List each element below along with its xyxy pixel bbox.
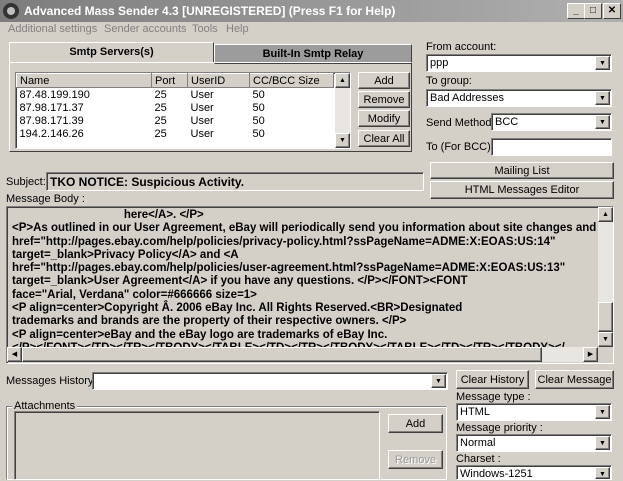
add-attachment-button[interactable]: Add — [388, 414, 443, 433]
table-cell: 25 — [154, 88, 167, 101]
table-cell: 87.98.171.39 — [19, 114, 84, 127]
menu-help[interactable]: Help — [226, 23, 249, 35]
minimize-button[interactable]: _ — [567, 3, 585, 19]
messages-history-label: Messages History: — [6, 375, 97, 387]
modify-server-button[interactable]: Modify — [358, 110, 410, 127]
messages-history-select[interactable]: ▼ — [92, 372, 448, 390]
clear-all-servers-button[interactable]: Clear All — [358, 130, 410, 147]
message-type-label: Message type : — [456, 391, 531, 403]
chevron-down-icon[interactable]: ▼ — [595, 56, 610, 70]
scroll-left-icon[interactable]: ◀ — [7, 347, 22, 362]
scroll-down-icon[interactable]: ▼ — [335, 133, 350, 148]
clear-message-button[interactable]: Clear Message — [535, 370, 614, 389]
charset-value: Windows-1251 — [460, 468, 533, 480]
mailing-list-button[interactable]: Mailing List — [430, 162, 614, 179]
chevron-down-icon[interactable]: ▼ — [595, 436, 610, 450]
table-cell: 25 — [154, 127, 167, 140]
table-row[interactable]: 87.98.171.39 25 User 50 — [17, 114, 334, 127]
table-cell: 50 — [252, 127, 265, 140]
message-type-select[interactable]: HTML ▼ — [456, 403, 612, 421]
table-cell: 194.2.146.26 — [19, 127, 84, 140]
send-method-select[interactable]: BCC ▼ — [491, 113, 612, 131]
remove-attachment-button[interactable]: Remove — [388, 450, 443, 469]
scroll-right-icon[interactable]: ▶ — [583, 347, 598, 362]
scroll-up-icon[interactable]: ▲ — [598, 207, 613, 222]
scroll-down-icon[interactable]: ▼ — [598, 332, 613, 347]
to-group-value: Bad Addresses — [430, 92, 504, 104]
column-ccbcc-size[interactable]: CC/BCC Size — [249, 73, 334, 88]
tab-smtp-servers[interactable]: Smtp Servers(s) — [9, 42, 214, 63]
priority-value: Normal — [460, 437, 496, 449]
title-bar: Advanced Mass Sender 4.3 [UNREGISTERED] … — [0, 0, 623, 22]
chevron-down-icon[interactable]: ▼ — [595, 115, 610, 129]
message-body-text[interactable]: here</A>. </P> <P>As outlined in our Use… — [12, 209, 597, 349]
chevron-down-icon[interactable]: ▼ — [595, 467, 610, 479]
hscroll-thumb[interactable] — [22, 347, 542, 362]
charset-select[interactable]: Windows-1251 ▼ — [456, 465, 612, 480]
from-account-select[interactable]: ppp ▼ — [426, 54, 612, 72]
table-cell: User — [190, 88, 214, 101]
chevron-down-icon[interactable]: ▼ — [431, 374, 446, 388]
chevron-down-icon[interactable]: ▼ — [595, 91, 610, 105]
to-group-label: To group: — [426, 75, 472, 87]
table-cell: User — [190, 114, 214, 127]
message-body-hscrollbar[interactable]: ◀ ▶ — [7, 347, 598, 362]
charset-label: Charset : — [456, 453, 501, 465]
table-cell: 87.98.171.37 — [19, 101, 84, 114]
table-cell: 50 — [252, 101, 265, 114]
clear-history-button[interactable]: Clear History — [456, 370, 529, 389]
column-name[interactable]: Name — [16, 73, 152, 88]
add-server-button[interactable]: Add — [358, 72, 410, 89]
subject-label: Subject: — [6, 176, 46, 188]
from-account-label: From account: — [426, 41, 497, 53]
table-cell: User — [190, 101, 214, 114]
subject-input[interactable]: TKO NOTICE: Suspicious Activity. — [46, 172, 424, 191]
message-body-vscrollbar[interactable]: ▲ ▼ — [598, 207, 613, 347]
column-userid[interactable]: UserID — [187, 73, 250, 88]
chevron-down-icon[interactable]: ▼ — [595, 405, 610, 419]
table-row[interactable]: 194.2.146.26 25 User 50 — [17, 127, 334, 140]
column-port[interactable]: Port — [151, 73, 188, 88]
menu-additional-settings[interactable]: Additional settings — [8, 23, 97, 35]
table-row[interactable]: 87.98.171.37 25 User 50 — [17, 101, 334, 114]
to-group-select[interactable]: Bad Addresses ▼ — [426, 89, 612, 107]
priority-select[interactable]: Normal ▼ — [456, 434, 612, 452]
message-body-editor[interactable]: here</A>. </P> <P>As outlined in our Use… — [6, 206, 614, 364]
table-row[interactable]: 87.48.199.190 25 User 50 — [17, 88, 334, 102]
to-bcc-label: To (For BCC) — [426, 141, 491, 153]
table-cell: 25 — [154, 114, 167, 127]
table-cell: 50 — [252, 88, 265, 101]
app-icon[interactable] — [3, 3, 19, 19]
smtp-server-list[interactable]: Name Port UserID CC/BCC Size 87.48.199.1… — [15, 72, 351, 149]
menu-sender-accounts[interactable]: Sender accounts — [104, 23, 187, 35]
close-button[interactable]: ✕ — [603, 3, 621, 19]
table-cell: User — [190, 127, 214, 140]
table-cell: 87.48.199.190 — [19, 88, 90, 101]
send-method-label: Send Method: — [426, 117, 495, 129]
message-body-label: Message Body : — [6, 193, 85, 205]
message-type-value: HTML — [460, 406, 490, 418]
to-bcc-input[interactable] — [491, 138, 612, 156]
send-method-value: BCC — [495, 116, 519, 128]
tab-built-in-smtp-relay[interactable]: Built-In Smtp Relay — [214, 44, 412, 64]
maximize-button[interactable]: □ — [584, 3, 602, 19]
menu-tools[interactable]: Tools — [192, 23, 218, 35]
html-editor-button[interactable]: HTML Messages Editor — [430, 181, 614, 199]
table-cell: 50 — [252, 114, 265, 127]
remove-server-button[interactable]: Remove — [358, 91, 410, 108]
menu-bar: Additional settings Sender accounts Tool… — [0, 22, 623, 38]
table-cell: 25 — [154, 101, 167, 114]
server-list-scrollbar[interactable]: ▲ ▼ — [335, 73, 350, 148]
from-account-value: ppp — [430, 57, 449, 69]
scroll-thumb[interactable] — [598, 302, 613, 332]
attachments-list[interactable] — [14, 411, 380, 480]
window-title: Advanced Mass Sender 4.3 [UNREGISTERED] … — [24, 4, 396, 18]
scroll-up-icon[interactable]: ▲ — [335, 73, 350, 88]
priority-label: Message priority : — [456, 422, 543, 434]
